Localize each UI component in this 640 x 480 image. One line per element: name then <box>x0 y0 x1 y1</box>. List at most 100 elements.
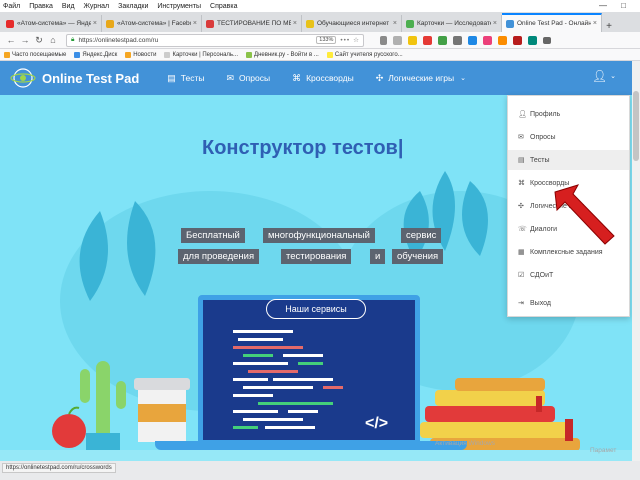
code-line <box>233 346 303 349</box>
bookmark-favicon-icon <box>4 51 10 58</box>
tab-close-icon[interactable]: × <box>91 20 97 27</box>
extension-teal-icon[interactable] <box>528 35 537 45</box>
menu-edit[interactable]: Правка <box>29 3 53 10</box>
menu-tools[interactable]: Инструменты <box>157 3 201 10</box>
scrollbar-thumb[interactable] <box>633 91 639 161</box>
forward-icon[interactable]: → <box>18 35 32 45</box>
menu-file[interactable]: Файл <box>3 3 20 10</box>
extension-darkred-icon[interactable] <box>513 35 522 45</box>
tab-favicon-icon <box>6 19 14 28</box>
site-logo[interactable]: Online Test Pad <box>10 67 139 89</box>
code-line <box>238 338 283 341</box>
code-line <box>233 378 268 381</box>
tab-close-icon[interactable]: × <box>491 20 497 27</box>
dropdown-item-8[interactable]: ⇥ Выход <box>508 293 629 313</box>
nav-polls[interactable]: ✉︎ Опросы <box>227 73 271 84</box>
back-icon[interactable]: ← <box>4 35 18 45</box>
menu-bookmarks[interactable]: Закладки <box>118 3 148 10</box>
code-line <box>265 426 315 429</box>
bookmark-favicon-icon <box>74 51 81 58</box>
tab-3[interactable]: Обучающиеся интернет × <box>302 15 402 32</box>
window-controls[interactable]: — □ <box>599 1 632 10</box>
dropdown-item-label: Профиль <box>530 110 561 118</box>
checkbox-icon: ☑ <box>518 272 525 279</box>
user-chevron-icon: ⌄ <box>610 73 616 80</box>
bookmark-label: Новости <box>133 51 157 58</box>
chat-icon: ✉︎ <box>518 134 524 141</box>
menu-help[interactable]: Справка <box>210 3 237 10</box>
tab-close-icon[interactable]: × <box>391 20 397 27</box>
home-icon[interactable]: ⌂ <box>46 35 60 45</box>
tag-service: сервис <box>401 228 442 243</box>
tab-close-icon[interactable]: × <box>291 20 297 27</box>
tab-label: «Атом-система» — Яндекс.Б <box>17 20 91 27</box>
puzzle-icon: ⌘ <box>518 180 525 187</box>
extension-pink-icon[interactable] <box>483 35 492 45</box>
dropdown-item-1[interactable]: ✉︎ Опросы <box>508 127 629 147</box>
bookmark-favicon-icon <box>326 51 333 58</box>
tab-close-icon[interactable]: × <box>191 20 197 27</box>
tab-favicon-icon <box>106 19 114 28</box>
extension-gray-icon[interactable] <box>453 35 462 45</box>
bookmark-5[interactable]: Сайт учителя русского... <box>326 51 403 58</box>
bookmark-favicon-icon <box>246 51 253 58</box>
tab-2[interactable]: ТЕСТИРОВАНИЕ ПО МЕТОД× <box>202 15 302 32</box>
extension-yellow-icon[interactable] <box>408 35 417 45</box>
nav-crosswords[interactable]: ⌘ Кроссворды <box>292 73 354 84</box>
bookmark-1[interactable]: Яндекс.Диск <box>74 51 118 58</box>
menu-history[interactable]: Журнал <box>84 3 110 10</box>
library-icon[interactable] <box>380 35 387 45</box>
tab-label: Карточки — Исследователь <box>417 20 491 27</box>
menu-view[interactable]: Вид <box>62 3 75 10</box>
logo-icon <box>10 68 36 88</box>
dropdown-item-2[interactable]: ▤ Тесты <box>508 150 629 170</box>
code-line <box>233 330 293 333</box>
bookmark-favicon-icon <box>125 51 132 58</box>
tab-label: Online Test Pad - Онлайн кон <box>517 20 591 27</box>
user-icon: 👤︎ <box>591 69 608 83</box>
code-line <box>323 386 343 389</box>
tab-1[interactable]: «Атом-система» | Facebook× <box>102 15 202 32</box>
sidebar-icon[interactable] <box>393 35 402 45</box>
reload-icon[interactable]: ↻ <box>32 35 46 46</box>
url-bar[interactable]: 🔒︎ https://onlinetestpad.com/ru 133% •••… <box>66 33 364 47</box>
extension-red-icon[interactable] <box>423 35 432 45</box>
tab-bar: «Атом-система» — Яндекс.Б×«Атом-система»… <box>0 12 640 32</box>
code-line <box>288 410 318 413</box>
tab-favicon-icon <box>506 19 514 28</box>
page-scrollbar[interactable] <box>632 61 640 461</box>
code-line <box>243 386 313 389</box>
dropdown-item-7[interactable]: ☑ СДОиТ <box>508 265 629 285</box>
bookmark-3[interactable]: Карточки | Персональ... <box>164 51 238 58</box>
code-line <box>283 354 323 357</box>
nav-tests[interactable]: ▤ Тесты <box>167 73 204 84</box>
tab-4[interactable]: Карточки — Исследователь× <box>402 15 502 32</box>
dropdown-item-label: Опросы <box>530 133 556 141</box>
extension-blue-icon[interactable] <box>468 35 477 45</box>
tasks-icon: ▦ <box>518 249 525 256</box>
nav-logic-games[interactable]: ✣ Логические игры ⌄ <box>376 73 466 84</box>
tab-close-icon[interactable]: × <box>591 20 597 27</box>
extension-orange-icon[interactable] <box>498 35 507 45</box>
bookmark-4[interactable]: Дневник.ру - Войти в ... <box>246 51 319 58</box>
dropdown-item-0[interactable]: 👤︎ Профиль <box>508 104 629 124</box>
extension-green-icon[interactable] <box>438 35 447 45</box>
chevron-down-icon: ⌄ <box>460 75 466 82</box>
bookmark-2[interactable]: Новости <box>125 51 157 58</box>
tab-0[interactable]: «Атом-система» — Яндекс.Б× <box>2 15 102 32</box>
our-services-button[interactable]: Наши сервисы <box>266 299 366 319</box>
menu-hamburger-icon[interactable] <box>543 36 551 44</box>
navigation-toolbar: ← → ↻ ⌂ 🔒︎ https://onlinetestpad.com/ru … <box>0 32 640 49</box>
new-tab-icon[interactable]: + <box>602 21 616 32</box>
bookmark-0[interactable]: Часто посещаемые <box>4 51 66 58</box>
code-line <box>233 410 278 413</box>
bookmark-label: Яндекс.Диск <box>82 51 118 58</box>
user-menu-button[interactable]: 👤︎ ⌄ <box>592 69 616 83</box>
zoom-indicator[interactable]: 133% <box>316 36 337 44</box>
tab-favicon-icon <box>406 19 414 28</box>
page-actions-icon[interactable]: ••• <box>340 37 350 44</box>
tab-5[interactable]: Online Test Pad - Онлайн кон× <box>502 13 602 32</box>
bookmark-star-icon[interactable]: ☆ <box>353 36 359 44</box>
tab-label: ТЕСТИРОВАНИЕ ПО МЕТОД <box>217 20 291 27</box>
tab-favicon-icon <box>206 19 214 28</box>
